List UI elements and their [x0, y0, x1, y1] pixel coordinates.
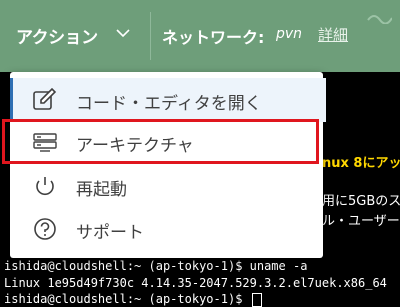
actions-label: アクション — [16, 28, 98, 48]
terminal-line: ishida@cloudshell:~ (ap-tokyo-1)$ uname … — [4, 259, 308, 273]
header-divider — [150, 12, 151, 60]
help-icon — [34, 218, 56, 240]
menu-item-label: コード・エディタを開く — [76, 94, 262, 114]
menu-item-support[interactable]: サポート — [10, 207, 323, 251]
scroll-indicator-icon — [367, 15, 392, 24]
top-bar: アクション ネットワーク: pvn 詳細 — [0, 0, 400, 72]
architecture-highlight — [2, 119, 319, 164]
network-value: pvn — [276, 26, 303, 42]
terminal-prompt-line: ishida@cloudshell:~ (ap-tokyo-1)$ — [4, 292, 262, 307]
edit-icon — [33, 88, 57, 110]
terminal-line: Linux 1e95d49f730c 4.14.35-2047.529.3.2.… — [4, 276, 387, 290]
menu-item-label: サポート — [76, 223, 144, 243]
terminal-fragment: 用に5GBのス — [322, 194, 400, 209]
network-details-link[interactable]: 詳細 — [318, 24, 348, 45]
actions-dropdown: コード・エディタを開く アーキテクチャ 再起動 サポート — [10, 72, 326, 258]
menu-item-label: 再起動 — [76, 180, 127, 200]
chevron-down-icon — [116, 29, 130, 38]
terminal-fragment: ル・ユーザー — [322, 214, 400, 229]
terminal-cursor — [251, 292, 262, 307]
actions-menu-button[interactable]: アクション — [0, 0, 150, 72]
network-label: ネットワーク: — [162, 28, 265, 47]
terminal-prompt: ishida@cloudshell:~ (ap-tokyo-1)$ — [4, 292, 250, 306]
terminal-fragment: nux 8にアッ — [322, 156, 400, 171]
menu-item-code-editor[interactable]: コード・エディタを開く — [10, 78, 326, 122]
restart-icon — [36, 177, 54, 196]
menu-item-restart[interactable]: 再起動 — [10, 164, 323, 208]
